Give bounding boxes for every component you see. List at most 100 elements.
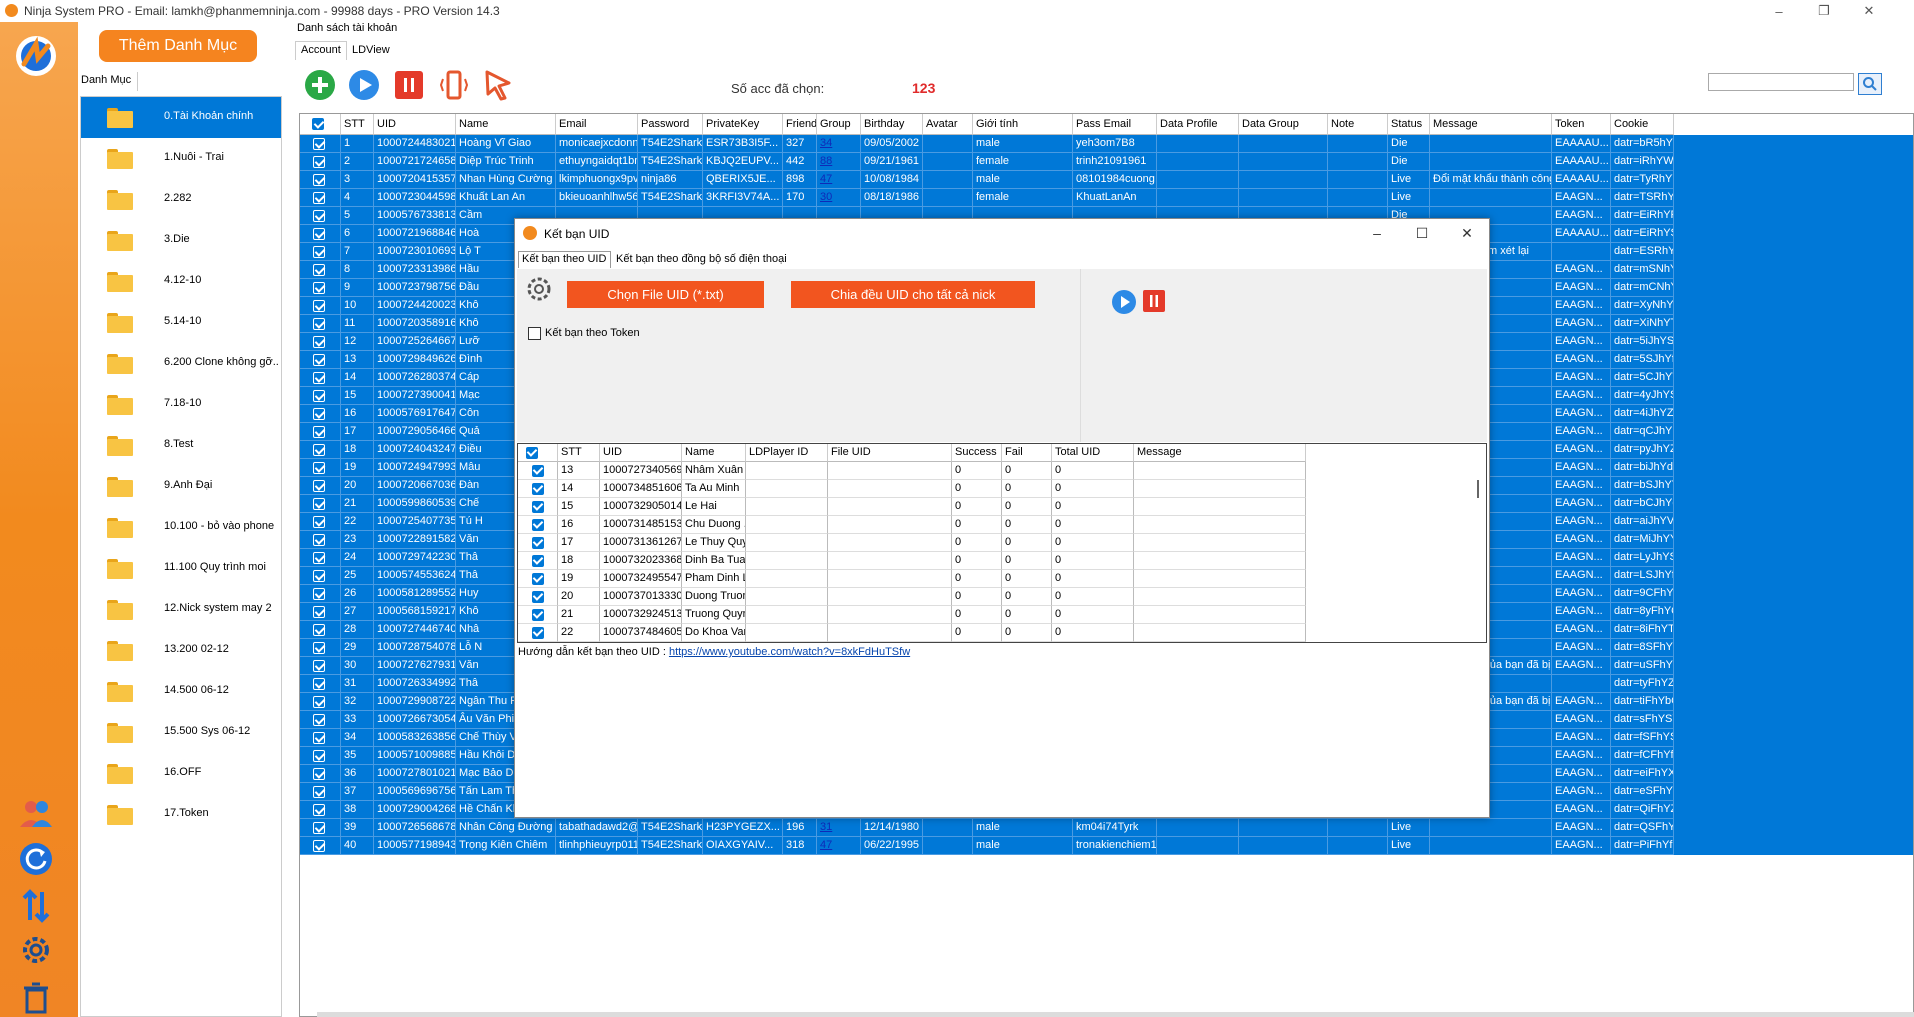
category-tab[interactable]: Danh Mục — [78, 72, 138, 91]
grid-header-uid[interactable]: UID — [374, 114, 456, 135]
grid-header-friend[interactable]: Friend — [783, 114, 817, 135]
category-item[interactable]: 15.500 Sys 06-12 — [81, 712, 281, 753]
tab-account[interactable]: Account — [295, 41, 347, 60]
row-checkbox-cell[interactable] — [300, 369, 341, 387]
row-checkbox[interactable] — [313, 498, 325, 510]
dialog-checkbox-cell[interactable] — [518, 498, 558, 516]
select-all-checkbox[interactable] — [312, 118, 324, 130]
grid-header-status[interactable]: Status — [1388, 114, 1430, 135]
row-checkbox[interactable] — [313, 318, 325, 330]
row-checkbox-cell[interactable] — [300, 801, 341, 819]
dialog-checkbox-cell[interactable] — [518, 624, 558, 642]
minimize-icon[interactable]: – — [1756, 0, 1802, 22]
cursor-icon[interactable] — [483, 69, 515, 101]
grid-header-password[interactable]: Password — [638, 114, 703, 135]
grid-header-giới-tính[interactable]: Giới tính — [973, 114, 1073, 135]
category-item[interactable]: 3.Die — [81, 220, 281, 261]
search-input[interactable] — [1708, 73, 1854, 91]
row-checkbox-cell[interactable] — [300, 135, 341, 153]
row-checkbox[interactable] — [313, 660, 325, 672]
row-checkbox-cell[interactable] — [300, 153, 341, 171]
row-checkbox-cell[interactable] — [300, 243, 341, 261]
grid-header-avatar[interactable]: Avatar — [923, 114, 973, 135]
table-row[interactable]: 3100072041535783Nhan Hùng Cườnglkimphuon… — [300, 171, 1913, 189]
category-item[interactable]: 5.14-10 — [81, 302, 281, 343]
row-checkbox-cell[interactable] — [300, 513, 341, 531]
table-row[interactable]: 40100057719894316Trọng Kiên Chiêmtlinhph… — [300, 837, 1913, 855]
row-checkbox[interactable] — [313, 138, 325, 150]
row-checkbox[interactable] — [313, 642, 325, 654]
row-checkbox[interactable] — [313, 372, 325, 384]
grid-cell[interactable]: 30 — [817, 189, 861, 207]
category-item[interactable]: 13.200 02-12 — [81, 630, 281, 671]
dialog-checkbox-cell[interactable] — [518, 606, 558, 624]
dialog-pause-icon[interactable] — [1142, 289, 1166, 313]
row-checkbox[interactable] — [313, 156, 325, 168]
category-item[interactable]: 8.Test — [81, 425, 281, 466]
row-checkbox-cell[interactable] — [300, 261, 341, 279]
row-checkbox-cell[interactable] — [300, 387, 341, 405]
row-checkbox[interactable] — [313, 570, 325, 582]
users-icon[interactable] — [18, 795, 54, 831]
row-checkbox-cell[interactable] — [300, 657, 341, 675]
row-checkbox[interactable] — [313, 750, 325, 762]
gear-icon[interactable] — [18, 932, 54, 968]
choose-uid-file-button[interactable]: Chọn File UID (*.txt) — [567, 281, 764, 308]
category-item[interactable]: 4.12-10 — [81, 261, 281, 302]
category-item[interactable]: 10.100 - bỏ vào phone — [81, 507, 281, 548]
grid-header-select[interactable] — [300, 114, 341, 135]
friend-by-token-checkbox[interactable] — [528, 327, 541, 340]
row-checkbox-cell[interactable] — [300, 783, 341, 801]
category-item[interactable]: 17.Token — [81, 794, 281, 835]
grid-header-group[interactable]: Group — [817, 114, 861, 135]
row-checkbox-cell[interactable] — [300, 639, 341, 657]
dialog-row[interactable]: 21100073292451391Truong Quyn...000 — [518, 606, 1486, 624]
row-checkbox-cell[interactable] — [300, 423, 341, 441]
dialog-row-checkbox[interactable] — [532, 483, 544, 495]
row-checkbox-cell[interactable] — [300, 531, 341, 549]
dialog-select-all-checkbox[interactable] — [526, 447, 538, 459]
dialog-row-checkbox[interactable] — [532, 573, 544, 585]
row-checkbox-cell[interactable] — [300, 603, 341, 621]
grid-header-data-group[interactable]: Data Group — [1239, 114, 1328, 135]
row-checkbox-cell[interactable] — [300, 333, 341, 351]
table-row[interactable]: 2100072172465814Diệp Trúc Trinhethuyngai… — [300, 153, 1913, 171]
row-checkbox[interactable] — [313, 336, 325, 348]
dialog-checkbox-cell[interactable] — [518, 588, 558, 606]
row-checkbox-cell[interactable] — [300, 279, 341, 297]
grid-header-email[interactable]: Email — [556, 114, 638, 135]
row-checkbox[interactable] — [313, 480, 325, 492]
row-checkbox[interactable] — [313, 714, 325, 726]
dialog-minimize-icon[interactable]: – — [1354, 219, 1400, 247]
row-checkbox[interactable] — [313, 282, 325, 294]
row-checkbox[interactable] — [313, 354, 325, 366]
dialog-header-uid[interactable]: UID — [600, 444, 682, 462]
dialog-row-checkbox[interactable] — [532, 591, 544, 603]
row-checkbox-cell[interactable] — [300, 567, 341, 585]
row-checkbox-cell[interactable] — [300, 315, 341, 333]
dialog-checkbox-cell[interactable] — [518, 570, 558, 588]
dialog-row[interactable]: 15100073290501435Le Hai000 — [518, 498, 1486, 516]
grid-header-data-profile[interactable]: Data Profile — [1157, 114, 1239, 135]
table-row[interactable]: 1100072448302108Hoàng Vĩ Giaomonicaejxcd… — [300, 135, 1913, 153]
dialog-play-icon[interactable] — [1111, 289, 1137, 315]
dialog-header-stt[interactable]: STT — [558, 444, 600, 462]
grid-header-message[interactable]: Message — [1430, 114, 1552, 135]
row-checkbox-cell[interactable] — [300, 351, 341, 369]
row-checkbox[interactable] — [313, 786, 325, 798]
split-uid-button[interactable]: Chia đều UID cho tất cả nick — [791, 281, 1035, 308]
row-checkbox-cell[interactable] — [300, 459, 341, 477]
add-icon[interactable] — [304, 69, 336, 101]
dialog-checkbox-cell[interactable] — [518, 480, 558, 498]
dialog-row-checkbox[interactable] — [532, 537, 544, 549]
row-checkbox-cell[interactable] — [300, 819, 341, 837]
grid-header-privatekey[interactable]: PrivateKey — [703, 114, 783, 135]
row-checkbox[interactable] — [313, 174, 325, 186]
row-checkbox[interactable] — [313, 804, 325, 816]
dialog-header-name[interactable]: Name — [682, 444, 746, 462]
tab-friend-by-phone-sync[interactable]: Kết bạn theo đồng bộ số điện thoại — [613, 252, 793, 268]
restore-icon[interactable]: ❐ — [1801, 0, 1847, 22]
category-item[interactable]: 7.18-10 — [81, 384, 281, 425]
row-checkbox[interactable] — [313, 696, 325, 708]
grid-header-cookie[interactable]: Cookie — [1611, 114, 1674, 135]
